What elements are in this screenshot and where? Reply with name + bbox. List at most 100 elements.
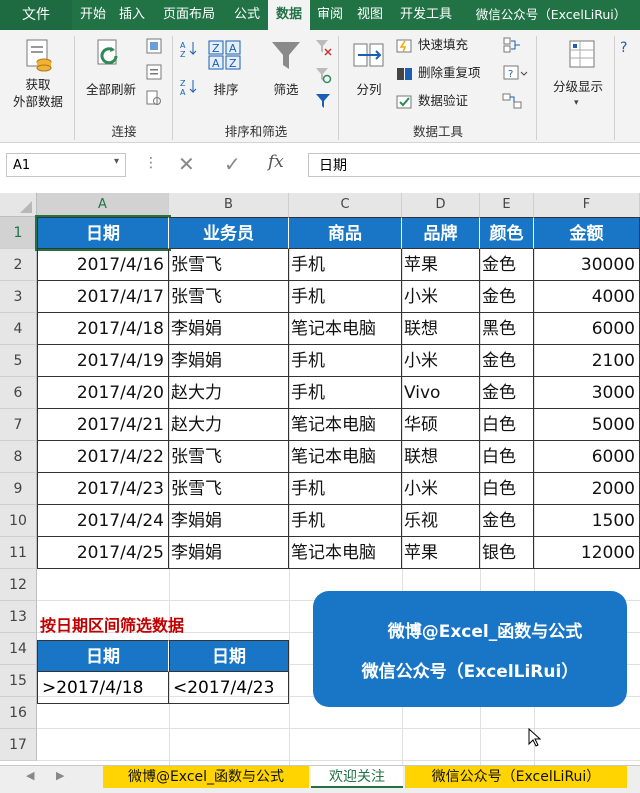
date-cell[interactable]: 2017/4/25 bbox=[37, 537, 169, 569]
column-header-f[interactable]: F bbox=[534, 193, 640, 217]
data-validation-button[interactable]: 数据验证 bbox=[396, 91, 468, 111]
product-cell[interactable]: 笔记本电脑 bbox=[289, 441, 402, 473]
salesperson-cell[interactable]: 张雪飞 bbox=[169, 281, 289, 313]
column-header-b[interactable]: B bbox=[169, 193, 289, 217]
edit-links-icon[interactable] bbox=[146, 90, 162, 106]
row-header[interactable]: 13 bbox=[0, 601, 37, 633]
brand-cell[interactable]: 小米 bbox=[402, 473, 480, 505]
row-header[interactable]: 9 bbox=[0, 473, 37, 505]
color-cell[interactable]: 金色 bbox=[480, 505, 534, 537]
sort-button[interactable]: 排序 bbox=[204, 79, 248, 98]
salesperson-cell[interactable]: 张雪飞 bbox=[169, 441, 289, 473]
tab-developer[interactable]: 开发工具 bbox=[392, 0, 460, 30]
color-cell[interactable]: 白色 bbox=[480, 473, 534, 505]
date-cell[interactable]: 2017/4/16 bbox=[37, 249, 169, 281]
color-cell[interactable]: 金色 bbox=[480, 345, 534, 377]
criteria-header-2[interactable]: 日期 bbox=[169, 640, 289, 672]
color-cell[interactable]: 银色 bbox=[480, 537, 534, 569]
color-cell[interactable]: 白色 bbox=[480, 409, 534, 441]
product-cell[interactable]: 手机 bbox=[289, 473, 402, 505]
row-header[interactable]: 5 bbox=[0, 345, 37, 377]
properties-icon[interactable] bbox=[146, 64, 162, 80]
row-header[interactable]: 4 bbox=[0, 313, 37, 345]
row-header[interactable]: 10 bbox=[0, 505, 37, 537]
tab-page-layout[interactable]: 页面布局 bbox=[154, 0, 224, 30]
text-to-columns-button[interactable]: 分列 bbox=[346, 79, 392, 98]
salesperson-cell[interactable]: 李娟娟 bbox=[169, 537, 289, 569]
salesperson-cell[interactable]: 张雪飞 bbox=[169, 473, 289, 505]
table-header-cell[interactable]: 金额 bbox=[534, 217, 640, 249]
sheet-tab-wechat[interactable]: 微信公众号（ExcelLiRui） bbox=[405, 766, 627, 788]
brand-cell[interactable]: 联想 bbox=[402, 313, 480, 345]
product-cell[interactable]: 手机 bbox=[289, 249, 402, 281]
consolidate-icon[interactable] bbox=[502, 36, 522, 54]
amount-cell[interactable]: 5000 bbox=[534, 409, 640, 441]
row-header[interactable]: 15 bbox=[0, 665, 37, 697]
brand-cell[interactable]: 华硕 bbox=[402, 409, 480, 441]
brand-cell[interactable]: 乐视 bbox=[402, 505, 480, 537]
amount-cell[interactable]: 2100 bbox=[534, 345, 640, 377]
amount-cell[interactable]: 4000 bbox=[534, 281, 640, 313]
date-cell[interactable]: 2017/4/18 bbox=[37, 313, 169, 345]
color-cell[interactable]: 黑色 bbox=[480, 313, 534, 345]
row-header[interactable]: 3 bbox=[0, 281, 37, 313]
name-box[interactable]: A1 bbox=[6, 153, 126, 177]
brand-cell[interactable]: 苹果 bbox=[402, 249, 480, 281]
column-header-a[interactable]: A bbox=[37, 193, 169, 217]
more-options-icon[interactable]: ⋮ bbox=[144, 155, 158, 171]
salesperson-cell[interactable]: 赵大力 bbox=[169, 409, 289, 441]
flash-fill-button[interactable]: 快速填充 bbox=[396, 35, 468, 55]
sheet-tab-welcome[interactable]: 欢迎关注 bbox=[311, 766, 403, 788]
salesperson-cell[interactable]: 李娟娟 bbox=[169, 313, 289, 345]
tab-data[interactable]: 数据 bbox=[268, 0, 310, 30]
table-header-cell[interactable]: 颜色 bbox=[480, 217, 534, 249]
salesperson-cell[interactable]: 李娟娟 bbox=[169, 505, 289, 537]
color-cell[interactable]: 金色 bbox=[480, 281, 534, 313]
date-cell[interactable]: 2017/4/19 bbox=[37, 345, 169, 377]
color-cell[interactable]: 金色 bbox=[480, 249, 534, 281]
date-cell[interactable]: 2017/4/24 bbox=[37, 505, 169, 537]
color-cell[interactable]: 白色 bbox=[480, 441, 534, 473]
date-cell[interactable]: 2017/4/20 bbox=[37, 377, 169, 409]
row-header[interactable]: 8 bbox=[0, 441, 37, 473]
salesperson-cell[interactable]: 张雪飞 bbox=[169, 249, 289, 281]
brand-cell[interactable]: 苹果 bbox=[402, 537, 480, 569]
reapply-icon[interactable] bbox=[314, 66, 332, 84]
product-cell[interactable]: 笔记本电脑 bbox=[289, 537, 402, 569]
sort-ascending-icon[interactable]: AZ bbox=[180, 40, 198, 59]
select-all-corner[interactable] bbox=[0, 193, 37, 217]
column-header-c[interactable]: C bbox=[289, 193, 402, 217]
column-header-e[interactable]: E bbox=[480, 193, 534, 217]
amount-cell[interactable]: 12000 bbox=[534, 537, 640, 569]
criteria-header-1[interactable]: 日期 bbox=[37, 640, 169, 672]
criteria-value-1[interactable]: >2017/4/18 bbox=[37, 672, 169, 704]
table-header-cell[interactable]: 品牌 bbox=[402, 217, 480, 249]
product-cell[interactable]: 笔记本电脑 bbox=[289, 409, 402, 441]
amount-cell[interactable]: 3000 bbox=[534, 377, 640, 409]
table-header-cell[interactable]: 业务员 bbox=[169, 217, 289, 249]
brand-cell[interactable]: 联想 bbox=[402, 441, 480, 473]
name-box-dropdown-icon[interactable]: ▾ bbox=[114, 156, 119, 167]
product-cell[interactable]: 手机 bbox=[289, 345, 402, 377]
row-header[interactable]: 7 bbox=[0, 409, 37, 441]
row-header[interactable]: 2 bbox=[0, 249, 37, 281]
clear-filter-icon[interactable] bbox=[314, 38, 332, 56]
date-cell[interactable]: 2017/4/23 bbox=[37, 473, 169, 505]
cancel-icon[interactable]: ✕ bbox=[178, 152, 195, 176]
filter-button[interactable]: 筛选 bbox=[262, 79, 310, 98]
outline-button[interactable]: 分级显示 bbox=[540, 76, 616, 95]
brand-cell[interactable]: Vivo bbox=[402, 377, 480, 409]
relationships-icon[interactable] bbox=[502, 92, 522, 110]
brand-cell[interactable]: 小米 bbox=[402, 281, 480, 313]
table-header-cell[interactable]: 日期 bbox=[35, 215, 171, 251]
amount-cell[interactable]: 2000 bbox=[534, 473, 640, 505]
advanced-filter-icon[interactable] bbox=[314, 92, 332, 110]
tab-home[interactable]: 开始 bbox=[76, 0, 110, 30]
tab-wechat[interactable]: 微信公众号（ExcelLiRui） bbox=[462, 0, 640, 30]
row-header[interactable]: 17 bbox=[0, 729, 37, 761]
scroll-left-icon[interactable]: ◀ bbox=[26, 769, 34, 782]
brand-cell[interactable]: 小米 bbox=[402, 345, 480, 377]
column-header-d[interactable]: D bbox=[402, 193, 480, 217]
file-tab[interactable]: 文件 bbox=[0, 0, 72, 30]
amount-cell[interactable]: 6000 bbox=[534, 313, 640, 345]
